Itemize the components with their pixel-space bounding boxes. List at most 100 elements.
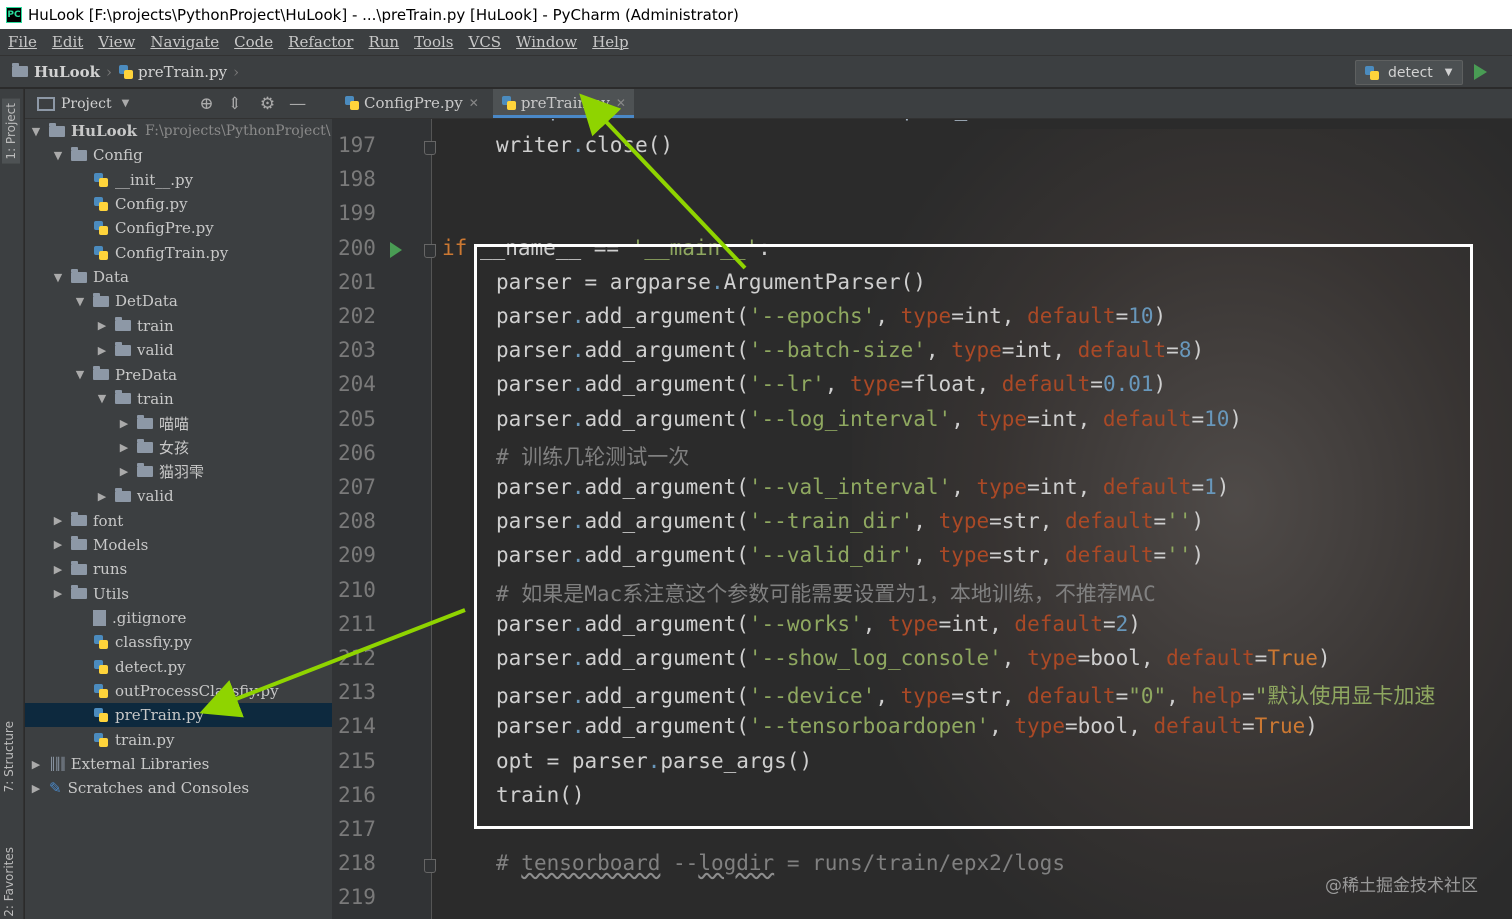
run-button[interactable] bbox=[1474, 64, 1487, 80]
tree-item-runs[interactable]: ▶ runs bbox=[25, 557, 332, 581]
tree-item-configpre-py[interactable]: ConfigPre.py bbox=[25, 216, 332, 240]
close-icon[interactable]: ✕ bbox=[616, 96, 626, 110]
collapsed-arrow-icon[interactable]: ▶ bbox=[51, 538, 65, 551]
tree-item-predata[interactable]: ▼ PreData bbox=[25, 363, 332, 387]
tree-item-config[interactable]: ▼ Config bbox=[25, 143, 332, 167]
gear-icon[interactable]: ⚙ bbox=[260, 94, 275, 114]
tree-item-config-py[interactable]: Config.py bbox=[25, 192, 332, 216]
collapsed-arrow-icon[interactable]: ▶ bbox=[51, 514, 65, 527]
collapsed-arrow-icon[interactable]: ▶ bbox=[117, 417, 131, 430]
tree-item-label: classfiy.py bbox=[115, 633, 192, 652]
line-number: 199 bbox=[338, 201, 376, 226]
menu-tools[interactable]: Tools bbox=[414, 33, 453, 51]
line-number: 218 bbox=[338, 851, 376, 876]
tree-item-classfiy-py[interactable]: classfiy.py bbox=[25, 630, 332, 654]
collapse-all-icon[interactable]: ⇕ bbox=[228, 94, 242, 114]
hide-panel-icon[interactable]: — bbox=[289, 94, 306, 114]
collapsed-arrow-icon[interactable]: ▶ bbox=[117, 465, 131, 478]
run-config-dropdown[interactable]: detect ▼ bbox=[1355, 60, 1463, 85]
tree-item-valid[interactable]: ▶ valid bbox=[25, 484, 332, 508]
tree-item-data[interactable]: ▼ Data bbox=[25, 265, 332, 289]
menu-file[interactable]: File bbox=[8, 33, 37, 51]
tree-item-[interactable]: ▶ 猫羽雫 bbox=[25, 460, 332, 484]
close-icon[interactable]: ✕ bbox=[469, 96, 479, 110]
fold-marker-icon[interactable] bbox=[424, 243, 436, 258]
tree-item-train[interactable]: ▶ train bbox=[25, 314, 332, 338]
line-number: 209 bbox=[338, 543, 376, 568]
menu-help[interactable]: Help bbox=[592, 33, 628, 51]
collapsed-arrow-icon[interactable]: ▶ bbox=[95, 490, 109, 503]
tree-item-configtrain-py[interactable]: ConfigTrain.py bbox=[25, 241, 332, 265]
line-number: 206 bbox=[338, 440, 376, 465]
collapsed-arrow-icon[interactable]: ▶ bbox=[51, 563, 65, 576]
collapsed-arrow-icon[interactable]: ▶ bbox=[95, 344, 109, 357]
run-gutter-icon[interactable] bbox=[390, 241, 402, 258]
tree-item-label: Data bbox=[93, 268, 129, 287]
line-number: 198 bbox=[338, 167, 376, 192]
tree-item-gitignore[interactable]: .gitignore bbox=[25, 606, 332, 630]
tree-item-external-libraries[interactable]: ▶ ║║║ External Libraries bbox=[25, 752, 332, 776]
line-number: 219 bbox=[338, 885, 376, 910]
favorites-tool-tab[interactable]: 2: Favorites bbox=[2, 847, 16, 917]
breadcrumb-project[interactable]: HuLook bbox=[34, 63, 100, 81]
python-file-icon bbox=[93, 634, 109, 650]
menu-navigate[interactable]: Navigate bbox=[150, 33, 219, 51]
chevron-down-icon[interactable]: ▼ bbox=[122, 98, 130, 109]
collapsed-arrow-icon[interactable]: ▶ bbox=[29, 782, 43, 795]
expanded-arrow-icon[interactable]: ▼ bbox=[51, 271, 65, 284]
run-config-label: detect bbox=[1388, 64, 1433, 81]
collapsed-arrow-icon[interactable]: ▶ bbox=[95, 319, 109, 332]
collapsed-arrow-icon[interactable]: ▶ bbox=[29, 758, 43, 771]
expanded-arrow-icon[interactable]: ▼ bbox=[51, 149, 65, 162]
tree-item-pretrain-py[interactable]: preTrain.py bbox=[25, 703, 332, 728]
tree-item-label: Config.py bbox=[115, 195, 188, 214]
breadcrumb-file[interactable]: preTrain.py bbox=[138, 63, 227, 81]
tree-item-scratches-and-consoles[interactable]: ▶ ✎ Scratches and Consoles bbox=[25, 776, 332, 800]
tree-item-utils[interactable]: ▶ Utils bbox=[25, 582, 332, 606]
expanded-arrow-icon[interactable]: ▼ bbox=[29, 125, 43, 138]
menu-window[interactable]: Window bbox=[516, 33, 577, 51]
project-tool-tab[interactable]: 1: Project bbox=[2, 99, 20, 164]
locate-icon[interactable]: ⊕ bbox=[199, 94, 213, 114]
menu-edit[interactable]: Edit bbox=[52, 33, 83, 51]
project-panel-title[interactable]: Project bbox=[61, 96, 112, 112]
tree-item-label: runs bbox=[93, 560, 128, 579]
tree-item-[interactable]: ▶ 喵喵 bbox=[25, 411, 332, 435]
folder-icon bbox=[93, 292, 109, 307]
tab-configpre[interactable]: ConfigPre.py ✕ bbox=[336, 89, 487, 118]
folder-icon bbox=[137, 414, 153, 429]
menu-code[interactable]: Code bbox=[234, 33, 273, 51]
tree-item-train[interactable]: ▼ train bbox=[25, 387, 332, 411]
tree-item-hulook[interactable]: ▼ HuLook F:\projects\PythonProject\ bbox=[25, 119, 332, 143]
tree-item-train-py[interactable]: train.py bbox=[25, 728, 332, 752]
line-number: 217 bbox=[338, 817, 376, 841]
tree-item-valid[interactable]: ▶ valid bbox=[25, 338, 332, 362]
menu-vcs[interactable]: VCS bbox=[469, 33, 502, 51]
tree-item-font[interactable]: ▶ font bbox=[25, 509, 332, 533]
tree-item-label: train bbox=[137, 389, 174, 408]
tree-item-init-py[interactable]: __init__.py bbox=[25, 168, 332, 192]
expanded-arrow-icon[interactable]: ▼ bbox=[73, 368, 87, 381]
tree-item-detect-py[interactable]: detect.py bbox=[25, 655, 332, 679]
project-panel-header: Project ▼ ⊕ ⇕ ⚙ — bbox=[25, 89, 332, 119]
tree-item-[interactable]: ▶ 女孩 bbox=[25, 436, 332, 460]
folder-icon bbox=[71, 560, 87, 575]
tree-item-label: ConfigTrain.py bbox=[115, 243, 229, 262]
menu-bar: File Edit View Navigate Code Refactor Ru… bbox=[0, 29, 1512, 55]
collapsed-arrow-icon[interactable]: ▶ bbox=[51, 587, 65, 600]
expanded-arrow-icon[interactable]: ▼ bbox=[73, 295, 87, 308]
menu-view[interactable]: View bbox=[98, 33, 135, 51]
tree-item-label: Utils bbox=[93, 584, 129, 603]
structure-tool-tab[interactable]: 7: Structure bbox=[2, 721, 16, 792]
fold-marker-icon[interactable] bbox=[424, 141, 436, 155]
fold-marker-icon[interactable] bbox=[424, 859, 436, 874]
tree-item-detdata[interactable]: ▼ DetData bbox=[25, 289, 332, 313]
tree-item-models[interactable]: ▶ Models bbox=[25, 533, 332, 557]
expanded-arrow-icon[interactable]: ▼ bbox=[95, 392, 109, 405]
tree-item-outprocessclassfiy-py[interactable]: outProcessClassfiy.py bbox=[25, 679, 332, 703]
tab-pretrain[interactable]: preTrain.py ✕ bbox=[492, 89, 635, 118]
collapsed-arrow-icon[interactable]: ▶ bbox=[117, 441, 131, 454]
menu-refactor[interactable]: Refactor bbox=[288, 33, 353, 51]
folder-icon bbox=[71, 146, 87, 161]
menu-run[interactable]: Run bbox=[368, 33, 399, 51]
